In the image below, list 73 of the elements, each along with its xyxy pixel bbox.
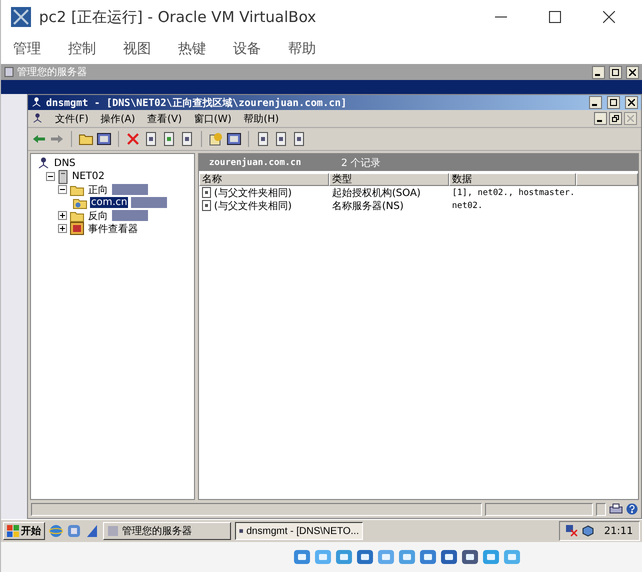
zone-name: zourenjuan.com.cn — [209, 158, 302, 168]
record-count: 2 个记录 — [341, 156, 381, 170]
close-icon — [628, 99, 635, 106]
menu-item[interactable]: 操作(A) — [100, 112, 136, 126]
expand-icon[interactable] — [58, 211, 67, 220]
collapse-icon[interactable] — [58, 185, 67, 194]
menu-item[interactable]: 热键 — [178, 40, 206, 58]
refresh-icon[interactable] — [162, 132, 176, 146]
close-icon — [627, 115, 634, 122]
export-icon[interactable] — [180, 132, 194, 146]
status-pane — [596, 502, 606, 516]
clock: 21:11 — [604, 526, 633, 536]
maximize-icon — [549, 11, 561, 23]
maximize-icon — [612, 68, 619, 76]
window-title: pc2 [正在运行] - Oracle VM VirtualBox — [39, 8, 316, 26]
restore-icon — [612, 115, 619, 122]
menu-item[interactable]: 帮助(H) — [244, 112, 279, 126]
start-button[interactable]: 开始 — [3, 522, 45, 540]
browser-icon[interactable] — [49, 524, 63, 538]
window-title: dnsmgmt - [DNS\NET02\正向查找区域\zourenjuan.com.cn] — [46, 96, 347, 110]
menu-item[interactable]: 帮助 — [288, 40, 316, 58]
printer-icon — [609, 503, 623, 515]
tree-item[interactable]: DNS — [53, 158, 77, 169]
back-icon[interactable] — [32, 132, 46, 146]
menu-item[interactable]: 窗口(W) — [194, 112, 232, 126]
tree-item[interactable]: 事件查看器 — [87, 222, 139, 236]
maximize-button[interactable] — [609, 66, 622, 78]
menu-item[interactable]: 管理 — [13, 40, 41, 58]
delete-icon[interactable] — [126, 132, 140, 146]
expand-icon[interactable] — [58, 224, 67, 233]
maximize-button[interactable] — [607, 96, 620, 109]
column-header[interactable]: 类型 — [329, 173, 449, 186]
menu-item[interactable]: 设备 — [233, 40, 261, 58]
console-icon[interactable] — [227, 132, 241, 146]
record-name: (与父文件夹相同) — [214, 200, 292, 212]
record-name: (与父文件夹相同) — [214, 186, 292, 200]
record-data: [1], net02., hostmaster. — [451, 188, 576, 198]
close-icon — [603, 11, 615, 23]
record-type: 名称服务器(NS) — [331, 200, 405, 212]
virtualbox-icon — [11, 7, 31, 27]
box-icon — [582, 525, 594, 537]
taskbar-button[interactable]: dnsmgmt - [DNS\NETO... — [235, 522, 363, 540]
menu-item[interactable]: 视图 — [123, 40, 151, 58]
column-header[interactable]: 数据 — [449, 173, 576, 186]
menu-item[interactable]: 文件(F) — [55, 112, 89, 126]
minimize-icon — [495, 16, 507, 18]
record-type: 起始授权机构(SOA) — [331, 186, 422, 200]
minimize-button[interactable] — [589, 96, 602, 109]
record-data: net02. — [451, 200, 484, 210]
restore-button[interactable] — [609, 112, 622, 125]
tree-item[interactable]: com.cn — [90, 197, 128, 208]
properties-icon[interactable] — [144, 132, 158, 146]
menu-item[interactable]: 查看(V) — [147, 112, 182, 126]
column-header[interactable] — [576, 173, 638, 186]
taskbar-button[interactable]: 管理您的服务器 — [103, 522, 231, 540]
event-viewer-icon — [70, 222, 84, 235]
collapse-icon[interactable] — [46, 172, 55, 181]
tree-item[interactable]: NET02 — [71, 171, 106, 182]
window-title: 管理您的服务器 — [17, 66, 87, 79]
tree-item[interactable]: 反向 — [87, 208, 109, 222]
close-button[interactable] — [626, 66, 639, 78]
maximize-icon — [610, 99, 617, 106]
minimize-button[interactable] — [594, 112, 607, 125]
console-icon[interactable] — [97, 132, 111, 146]
windows-logo-icon — [7, 525, 19, 537]
minimize-button[interactable] — [592, 66, 605, 78]
close-icon — [629, 68, 636, 76]
desktop-icon[interactable] — [67, 524, 81, 538]
close-button[interactable] — [625, 96, 638, 109]
triangle-icon[interactable] — [85, 524, 99, 538]
column-header[interactable]: 名称 — [199, 173, 329, 186]
tree-item[interactable]: 正向 — [87, 182, 109, 196]
menu-item[interactable]: 控制 — [68, 40, 96, 58]
